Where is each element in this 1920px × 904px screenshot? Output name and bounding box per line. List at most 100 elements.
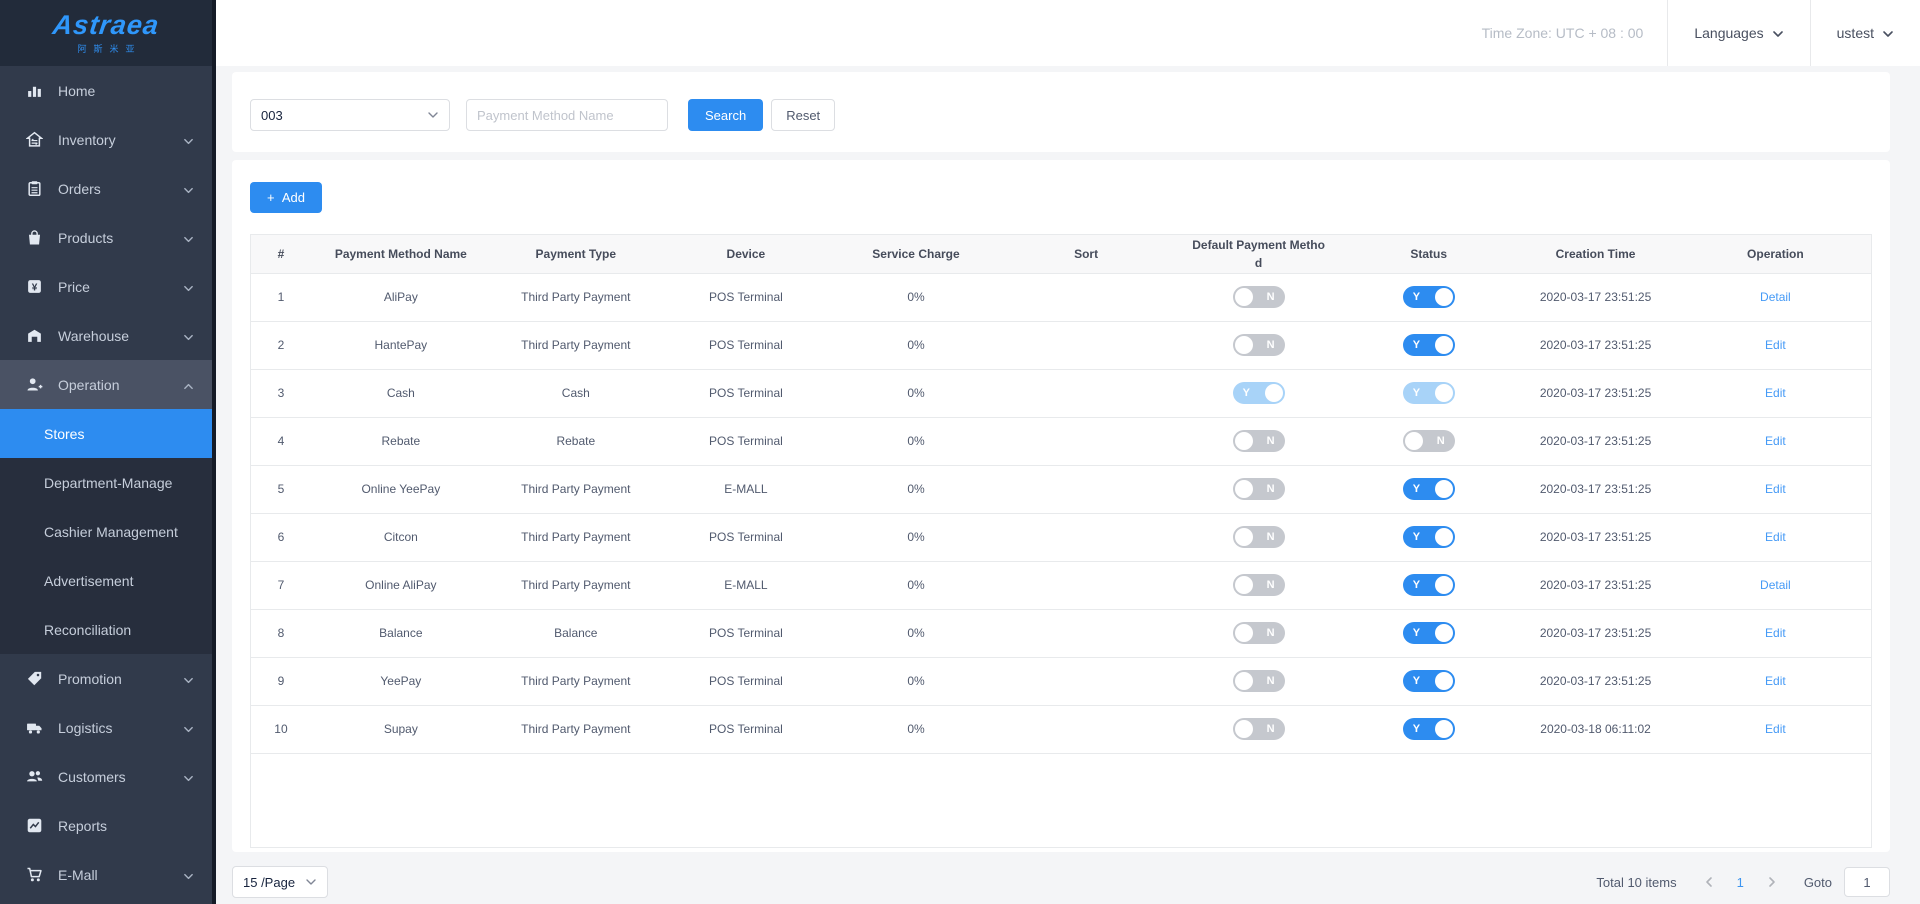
toggle-knob <box>1435 528 1453 546</box>
cell-creation-time: 2020-03-17 23:51:25 <box>1511 657 1679 705</box>
edit-link[interactable]: Edit <box>1765 674 1786 688</box>
sidebar-subitem-label: Advertisement <box>44 573 133 589</box>
next-page-button[interactable] <box>1766 876 1778 888</box>
toggle-label: N <box>1267 334 1275 356</box>
toggle-label: Y <box>1413 670 1420 692</box>
sidebar-item-customers[interactable]: Customers <box>0 752 212 801</box>
cell-sort <box>1001 273 1171 321</box>
cell-payment-method-name: Online YeePay <box>311 465 491 513</box>
cell-creation-time: 2020-03-17 23:51:25 <box>1511 609 1679 657</box>
store-select[interactable]: 003 <box>250 99 450 131</box>
cart-icon <box>26 866 43 883</box>
sidebar-item-home[interactable]: Home <box>0 66 212 115</box>
cell-device: POS Terminal <box>661 321 831 369</box>
logistics-icon <box>26 719 43 736</box>
edit-link[interactable]: Edit <box>1765 482 1786 496</box>
reports-icon <box>26 817 43 834</box>
sidebar-item-warehouse[interactable]: Warehouse <box>0 311 212 360</box>
column-header-status: Status <box>1346 235 1511 273</box>
add-button[interactable]: + Add <box>250 182 322 213</box>
sidebar-item-reports[interactable]: Reports <box>0 801 212 850</box>
edit-link[interactable]: Edit <box>1765 722 1786 736</box>
cell-payment-type: Balance <box>491 609 661 657</box>
sidebar-subitem-label: Reconciliation <box>44 622 131 638</box>
sidebar-subitem-stores[interactable]: Stores <box>0 409 212 458</box>
cell-operation: Edit <box>1680 369 1871 417</box>
status-toggle[interactable]: Y <box>1403 670 1455 692</box>
toggle-label: N <box>1267 286 1275 308</box>
edit-link[interactable]: Edit <box>1765 530 1786 544</box>
prev-page-button[interactable] <box>1703 876 1715 888</box>
cell-sort <box>1001 561 1171 609</box>
sidebar-subitem-department-manage[interactable]: Department-Manage <box>0 458 212 507</box>
status-toggle[interactable]: N <box>1403 430 1455 452</box>
sidebar-subitem-cashier-management[interactable]: Cashier Management <box>0 507 212 556</box>
status-toggle[interactable]: Y <box>1403 286 1455 308</box>
chevron-down-icon <box>183 183 194 194</box>
default-payment-toggle[interactable]: N <box>1233 286 1285 308</box>
sidebar-item-inventory[interactable]: Inventory <box>0 115 212 164</box>
sidebar-item-logistics[interactable]: Logistics <box>0 703 212 752</box>
search-button[interactable]: Search <box>688 99 763 131</box>
current-page[interactable]: 1 <box>1737 875 1744 890</box>
default-payment-toggle[interactable]: N <box>1233 670 1285 692</box>
default-payment-toggle[interactable]: N <box>1233 430 1285 452</box>
cell-default-payment-method: N <box>1171 417 1346 465</box>
cell-creation-time: 2020-03-17 23:51:25 <box>1511 465 1679 513</box>
cell-payment-method-name: Balance <box>311 609 491 657</box>
brand-name: Astraea <box>51 12 161 39</box>
sidebar-item-label: Logistics <box>58 720 112 736</box>
default-payment-toggle[interactable]: N <box>1233 334 1285 356</box>
toggle-label: Y <box>1413 718 1420 740</box>
status-toggle[interactable]: Y <box>1403 718 1455 740</box>
main-area: Time Zone: UTC + 08 : 00 Languages ustes… <box>216 0 1920 904</box>
column-header-operation: Operation <box>1680 235 1871 273</box>
status-toggle[interactable]: Y <box>1403 622 1455 644</box>
status-toggle[interactable]: Y <box>1403 334 1455 356</box>
sidebar-item-e-mall[interactable]: E-Mall <box>0 850 212 899</box>
cell-device: E-MALL <box>661 561 831 609</box>
cell-service-charge: 0% <box>831 513 1001 561</box>
default-payment-toggle[interactable]: N <box>1233 622 1285 644</box>
default-payment-toggle: Y <box>1233 382 1285 404</box>
sidebar-item-products[interactable]: Products <box>0 213 212 262</box>
default-payment-toggle[interactable]: N <box>1233 574 1285 596</box>
status-toggle[interactable]: Y <box>1403 574 1455 596</box>
cell-creation-time: 2020-03-17 23:51:25 <box>1511 417 1679 465</box>
price-icon: ¥ <box>26 278 43 295</box>
sidebar-item-promotion[interactable]: Promotion <box>0 654 212 703</box>
cell-service-charge: 0% <box>831 657 1001 705</box>
default-payment-toggle[interactable]: N <box>1233 718 1285 740</box>
sidebar: Astraea 阿斯米亚 HomeInventoryOrdersProducts… <box>0 0 212 904</box>
status-toggle[interactable]: Y <box>1403 526 1455 548</box>
page-size-select[interactable]: 15 /Page <box>232 866 328 898</box>
toggle-label: Y <box>1413 286 1420 308</box>
status-toggle[interactable]: Y <box>1403 478 1455 500</box>
sidebar-item-price[interactable]: ¥Price <box>0 262 212 311</box>
reset-button[interactable]: Reset <box>771 99 835 131</box>
detail-link[interactable]: Detail <box>1760 290 1791 304</box>
default-payment-toggle[interactable]: N <box>1233 478 1285 500</box>
detail-link[interactable]: Detail <box>1760 578 1791 592</box>
payment-method-name-input[interactable] <box>466 99 668 131</box>
cell-service-charge: 0% <box>831 465 1001 513</box>
sidebar-item-orders[interactable]: Orders <box>0 164 212 213</box>
edit-link[interactable]: Edit <box>1765 386 1786 400</box>
edit-link[interactable]: Edit <box>1765 626 1786 640</box>
toggle-label: Y <box>1243 382 1250 404</box>
cell-row-index: 6 <box>251 513 311 561</box>
default-payment-toggle[interactable]: N <box>1233 526 1285 548</box>
goto-page-input[interactable] <box>1844 867 1890 897</box>
table-row: 2HantePayThird Party PaymentPOS Terminal… <box>251 321 1871 369</box>
languages-dropdown[interactable]: Languages <box>1668 0 1809 66</box>
user-dropdown[interactable]: ustest <box>1811 0 1920 66</box>
toggle-knob <box>1235 576 1253 594</box>
cell-payment-method-name: Supay <box>311 705 491 753</box>
edit-link[interactable]: Edit <box>1765 434 1786 448</box>
sidebar-item-operation[interactable]: Operation <box>0 360 212 409</box>
edit-link[interactable]: Edit <box>1765 338 1786 352</box>
sidebar-subitem-advertisement[interactable]: Advertisement <box>0 556 212 605</box>
cell-device: POS Terminal <box>661 657 831 705</box>
cell-service-charge: 0% <box>831 273 1001 321</box>
sidebar-subitem-reconciliation[interactable]: Reconciliation <box>0 605 212 654</box>
